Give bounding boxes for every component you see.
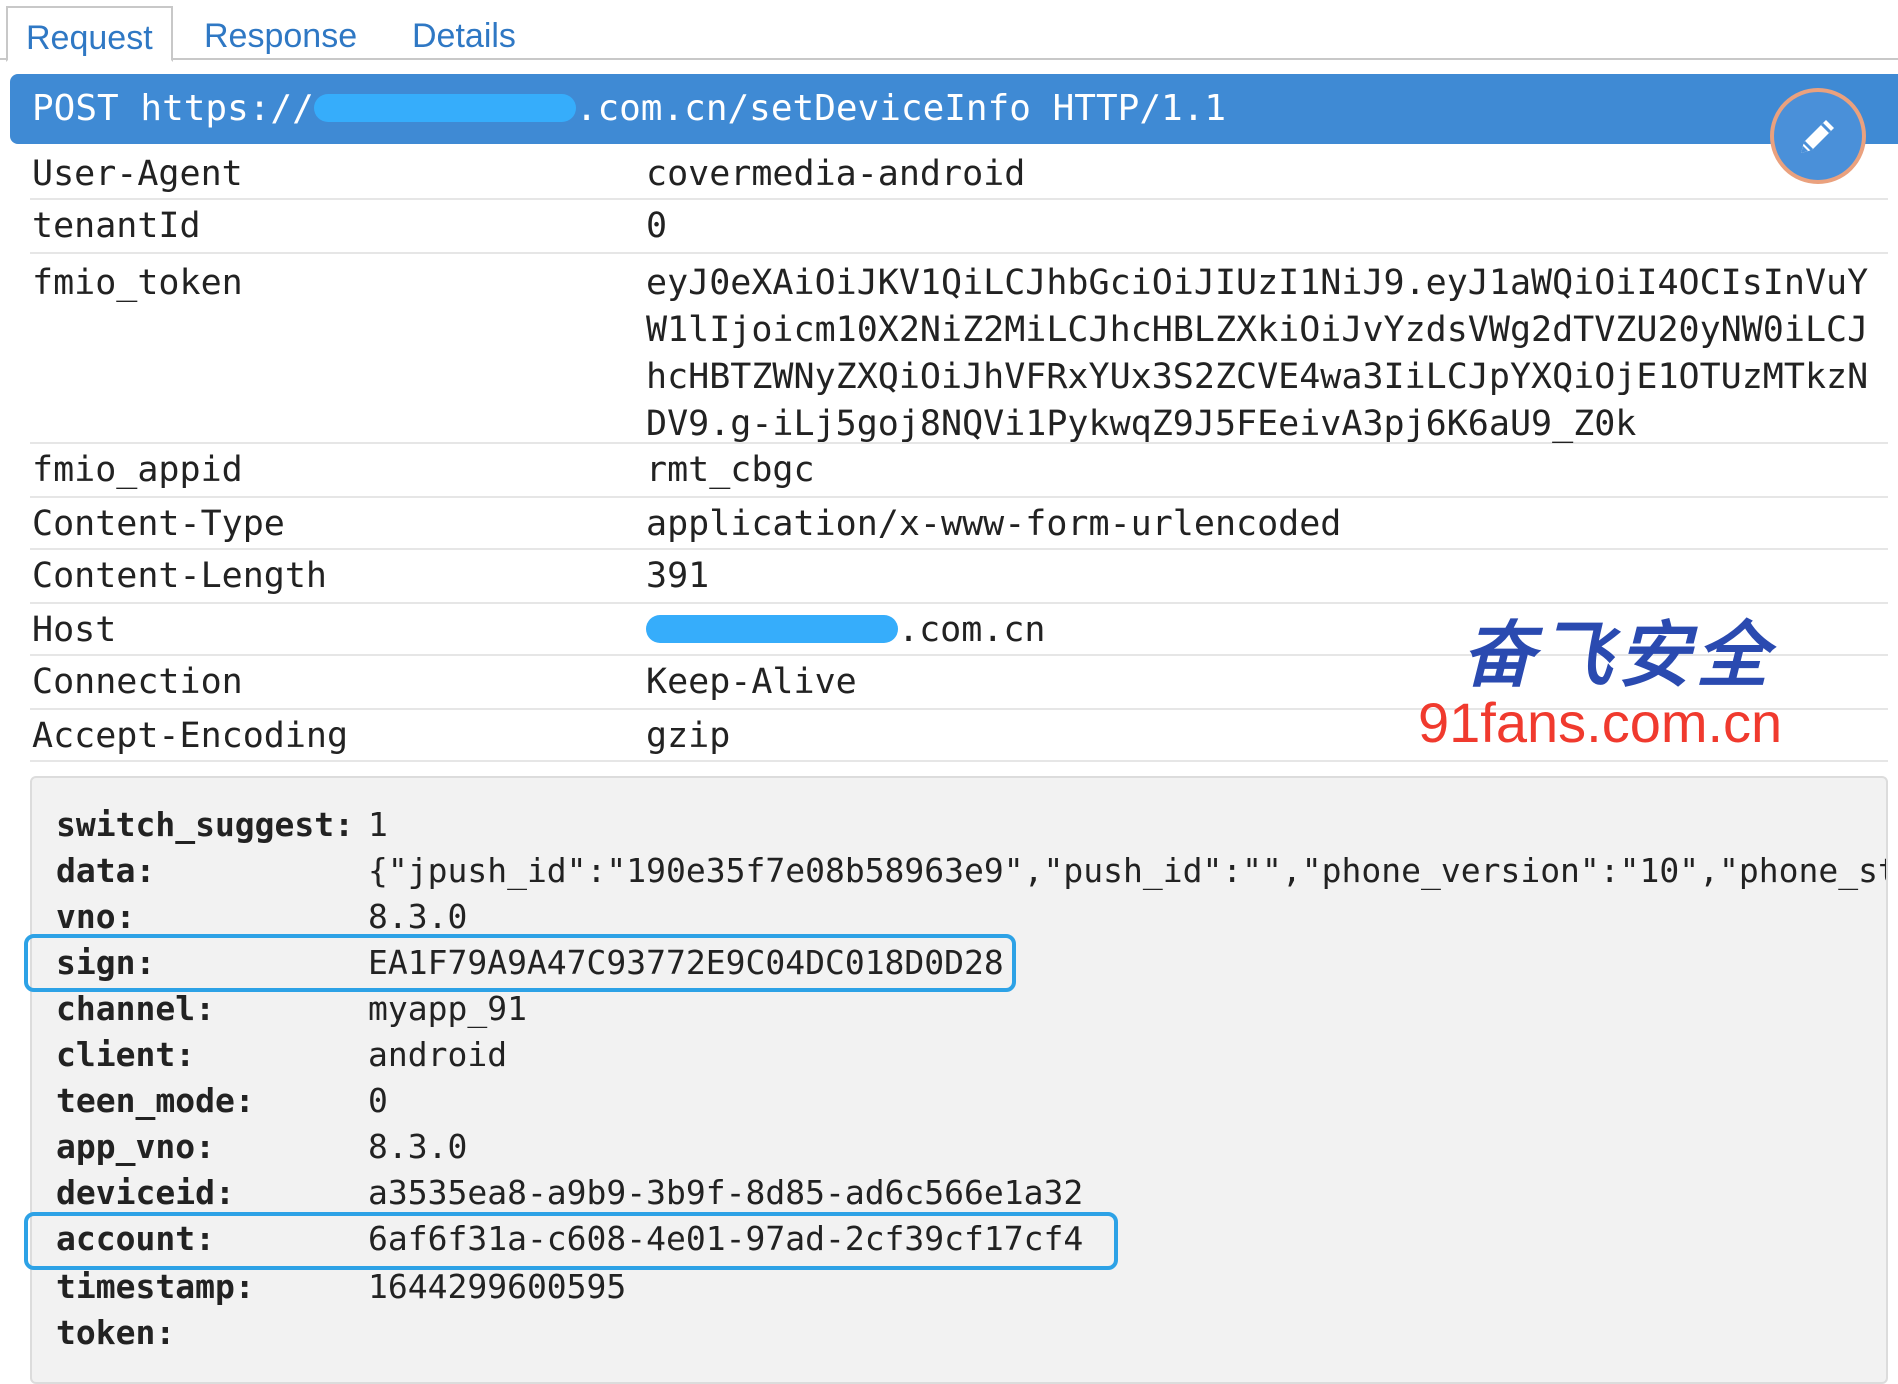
tab-response[interactable]: Response <box>204 6 357 60</box>
header-row: fmio_token eyJ0eXAiOiJKV1QiLCJhbGciOiJIU… <box>30 254 1888 444</box>
param-key: channel: <box>56 989 215 1028</box>
param-key: switch_suggest: <box>56 805 355 844</box>
param-key: app_vno: <box>56 1127 215 1166</box>
header-value: covermedia-android <box>646 154 1026 194</box>
watermark-url: 91fans.com.cn <box>1418 691 1783 754</box>
param-value: android <box>368 1035 508 1074</box>
param-value: 1 <box>368 805 388 844</box>
header-key: Connection <box>32 662 243 702</box>
tab-details[interactable]: Details <box>412 6 516 60</box>
header-value: eyJ0eXAiOiJKV1QiLCJhbGciOiJIUzI1NiJ9.eyJ… <box>646 263 1869 444</box>
header-key: Content-Length <box>32 556 328 596</box>
header-key: fmio_token <box>32 263 243 303</box>
param-value: {"jpush_id":"190e35f7e08b58963e9","push_… <box>368 851 1888 890</box>
param-value: 0 <box>368 1081 388 1120</box>
param-key: teen_mode: <box>56 1081 255 1120</box>
request-method: POST <box>32 88 119 129</box>
header-value: 0 <box>646 206 668 246</box>
param-key: deviceid: <box>56 1173 235 1212</box>
header-key: Host <box>32 610 117 650</box>
header-key: Content-Type <box>32 504 285 544</box>
header-row: tenantId 0 <box>30 200 1888 254</box>
header-row: Content-Type application/x-www-form-urle… <box>30 498 1888 550</box>
request-url-suffix: .com.cn/setDeviceInfo <box>575 88 1031 129</box>
param-key: token: <box>56 1313 176 1352</box>
request-body-panel: switch_suggest: 1 data: {"jpush_id":"190… <box>30 776 1888 1384</box>
header-row: fmio_appid rmt_cbgc <box>30 444 1888 498</box>
tab-bar: Request Response Details <box>0 0 1898 62</box>
request-url-prefix: https:// <box>140 88 314 129</box>
request-line: POST https:// .com.cn/setDeviceInfo HTTP/… <box>10 74 1898 144</box>
param-value: myapp_91 <box>368 989 527 1028</box>
header-value: application/x-www-form-urlencoded <box>646 504 1342 544</box>
header-value: 391 <box>646 556 710 596</box>
header-key: Accept-Encoding <box>32 716 349 756</box>
param-value: a3535ea8-a9b9-3b9f-8d85-ad6c566e1a32 <box>368 1173 1084 1212</box>
param-value: 8.3.0 <box>368 1127 468 1166</box>
param-key: client: <box>56 1035 196 1074</box>
header-key: fmio_appid <box>32 450 243 490</box>
header-row: User-Agent covermedia-android <box>30 148 1888 200</box>
redacted-domain-mark <box>313 94 576 122</box>
header-key: tenantId <box>32 206 201 246</box>
account-highlight-box <box>24 1212 1118 1270</box>
redacted-host-mark <box>646 615 898 643</box>
param-key: timestamp: <box>56 1267 255 1306</box>
header-key: User-Agent <box>32 154 243 194</box>
sign-highlight-box <box>24 934 1016 992</box>
tab-request[interactable]: Request <box>6 6 173 62</box>
param-key: data: <box>56 851 156 890</box>
header-value: rmt_cbgc <box>646 450 815 490</box>
param-value: 1644299600595 <box>368 1267 627 1306</box>
watermark-text: 奋飞安全 <box>1462 612 1775 697</box>
request-protocol: HTTP/1.1 <box>1052 88 1227 129</box>
host-suffix: .com.cn <box>898 610 1046 650</box>
